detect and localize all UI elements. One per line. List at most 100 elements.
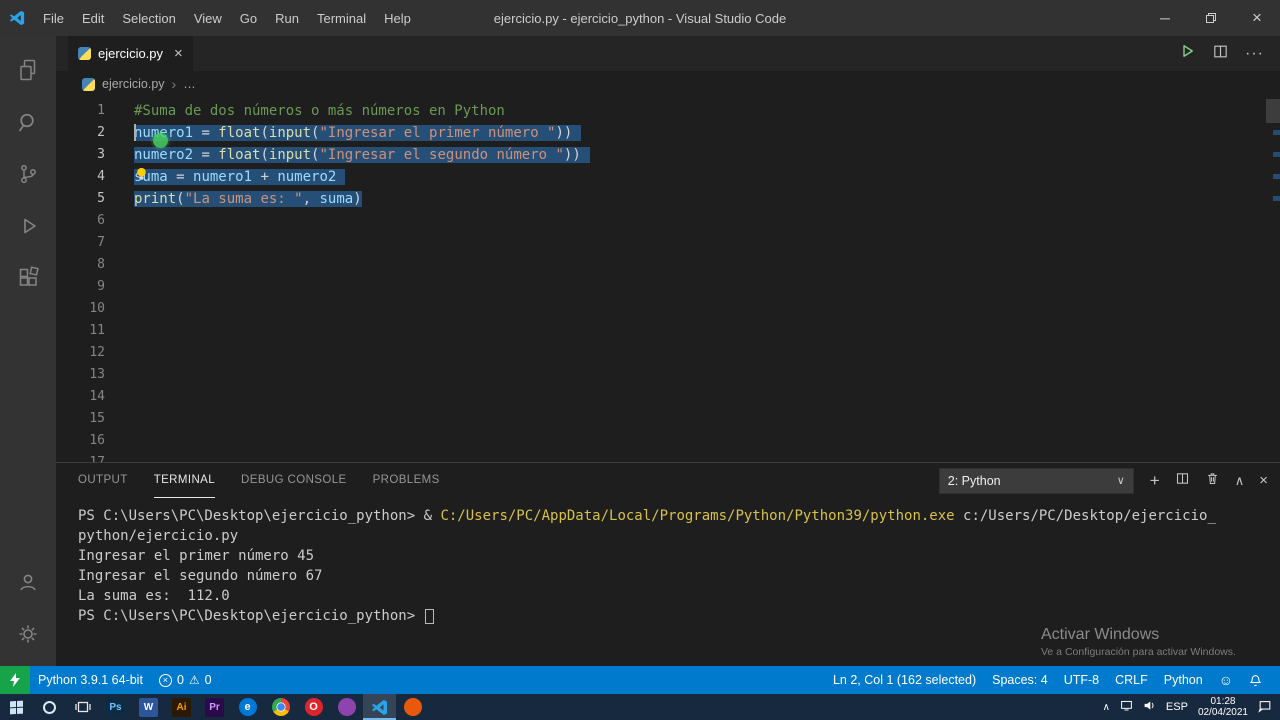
line-number[interactable]: 12 — [56, 342, 105, 364]
code-line-13[interactable]: 13 — [56, 364, 1280, 386]
line-number[interactable]: 7 — [56, 232, 105, 254]
indentation-status[interactable]: Spaces: 4 — [984, 673, 1056, 687]
remote-indicator[interactable] — [0, 666, 30, 694]
panel-tab-problems[interactable]: PROBLEMS — [373, 463, 440, 498]
menu-file[interactable]: File — [34, 0, 73, 36]
line-number[interactable]: 6 — [56, 210, 105, 232]
code-line-2[interactable]: 2numero1 = float(input("Ingresar el prim… — [56, 122, 1280, 144]
line-number[interactable]: 14 — [56, 386, 105, 408]
kill-terminal-button[interactable] — [1205, 471, 1220, 491]
code-line-7[interactable]: 7 — [56, 232, 1280, 254]
code-line-10[interactable]: 10 — [56, 298, 1280, 320]
code-line-3[interactable]: 3numero2 = float(input("Ingresar el segu… — [56, 144, 1280, 166]
task-view-button[interactable] — [66, 694, 99, 720]
line-number[interactable]: 9 — [56, 276, 105, 298]
run-file-button[interactable] — [1178, 42, 1196, 65]
split-terminal-button[interactable] — [1175, 471, 1190, 491]
problems-indicator[interactable]: × 0 ⚠ 0 — [151, 673, 220, 687]
taskbar-app-purple-icon[interactable] — [330, 694, 363, 720]
line-number[interactable]: 11 — [56, 320, 105, 342]
code-line-4[interactable]: 4suma = numero1 + numero2 — [56, 166, 1280, 188]
code-line-6[interactable]: 6 — [56, 210, 1280, 232]
breadcrumb-symbol[interactable]: … — [183, 77, 196, 91]
code-line-1[interactable]: 1#Suma de dos números o más números en P… — [56, 100, 1280, 122]
feedback-icon[interactable]: ☺ — [1211, 672, 1241, 688]
line-number[interactable]: 10 — [56, 298, 105, 320]
split-editor-button[interactable] — [1212, 43, 1229, 65]
taskbar-app-opera-icon[interactable]: O — [297, 694, 330, 720]
lightbulb-icon[interactable] — [134, 166, 149, 187]
account-icon[interactable] — [4, 556, 52, 608]
menu-terminal[interactable]: Terminal — [308, 0, 375, 36]
menu-selection[interactable]: Selection — [113, 0, 184, 36]
notifications-bell-icon[interactable] — [1241, 674, 1270, 687]
line-number[interactable]: 8 — [56, 254, 105, 276]
line-number[interactable]: 16 — [56, 430, 105, 452]
menu-help[interactable]: Help — [375, 0, 420, 36]
taskbar-app-chrome-icon[interactable] — [264, 694, 297, 720]
source-control-icon[interactable] — [4, 148, 52, 200]
code-line-11[interactable]: 11 — [56, 320, 1280, 342]
panel-tab-output[interactable]: OUTPUT — [78, 463, 128, 498]
taskbar-app-pr-icon[interactable]: Pr — [198, 694, 231, 720]
encoding-status[interactable]: UTF-8 — [1056, 673, 1107, 687]
panel-tab-debug-console[interactable]: DEBUG CONSOLE — [241, 463, 347, 498]
language-indicator[interactable]: ESP — [1166, 701, 1188, 713]
terminal-selector-dropdown[interactable]: 2: Python ∨ — [939, 468, 1134, 494]
breadcrumb[interactable]: ejercicio.py › … — [56, 71, 1280, 97]
line-number[interactable]: 4 — [56, 166, 105, 188]
menu-view[interactable]: View — [185, 0, 231, 36]
line-number[interactable]: 13 — [56, 364, 105, 386]
extensions-icon[interactable] — [4, 252, 52, 304]
cortana-search-button[interactable] — [33, 694, 66, 720]
code-line-15[interactable]: 15 — [56, 408, 1280, 430]
code-line-16[interactable]: 16 — [56, 430, 1280, 452]
code-line-5[interactable]: 5print("La suma es: ", suma) — [56, 188, 1280, 210]
line-number[interactable]: 2 — [56, 122, 105, 144]
line-number[interactable]: 5 — [56, 188, 105, 210]
terminal-output[interactable]: PS C:\Users\PC\Desktop\ejercicio_python>… — [56, 498, 1280, 626]
menu-go[interactable]: Go — [231, 0, 266, 36]
code-line-12[interactable]: 12 — [56, 342, 1280, 364]
taskbar-app-ps-icon[interactable]: Ps — [99, 694, 132, 720]
tab-ejercicio-py[interactable]: ejercicio.py × — [68, 36, 193, 71]
new-terminal-button[interactable]: + — [1150, 472, 1160, 489]
maximize-panel-button[interactable]: ∧ — [1235, 474, 1245, 487]
start-button[interactable] — [0, 694, 33, 720]
action-center-icon[interactable] — [1258, 699, 1272, 716]
line-number[interactable]: 3 — [56, 144, 105, 166]
language-mode-status[interactable]: Python — [1156, 673, 1211, 687]
menu-run[interactable]: Run — [266, 0, 308, 36]
taskbar-app-firefox-icon[interactable] — [396, 694, 429, 720]
code-line-9[interactable]: 9 — [56, 276, 1280, 298]
eol-status[interactable]: CRLF — [1107, 673, 1156, 687]
tray-expand-icon[interactable]: ∧ — [1103, 702, 1110, 713]
taskbar-app-ai-icon[interactable]: Ai — [165, 694, 198, 720]
taskbar-app-vscode-icon[interactable] — [363, 694, 396, 720]
minimize-button[interactable]: ─ — [1142, 0, 1188, 36]
taskbar-app-word-icon[interactable]: W — [132, 694, 165, 720]
breadcrumb-file[interactable]: ejercicio.py — [102, 77, 165, 91]
tab-close-icon[interactable]: × — [174, 45, 183, 62]
code-line-8[interactable]: 8 — [56, 254, 1280, 276]
search-icon[interactable] — [4, 96, 52, 148]
more-actions-button[interactable]: ··· — [1245, 45, 1264, 63]
python-interpreter-status[interactable]: Python 3.9.1 64-bit — [30, 673, 151, 687]
cursor-position-status[interactable]: Ln 2, Col 1 (162 selected) — [825, 673, 984, 687]
line-number[interactable]: 15 — [56, 408, 105, 430]
menu-edit[interactable]: Edit — [73, 0, 113, 36]
restore-button[interactable] — [1188, 0, 1234, 36]
tray-volume-icon[interactable] — [1143, 699, 1156, 715]
line-number[interactable]: 1 — [56, 100, 105, 122]
explorer-icon[interactable] — [4, 44, 52, 96]
taskbar-clock[interactable]: 01:28 02/04/2021 — [1198, 696, 1248, 719]
code-line-17[interactable]: 17 — [56, 452, 1280, 462]
panel-tab-terminal[interactable]: TERMINAL — [154, 463, 215, 498]
code-line-14[interactable]: 14 — [56, 386, 1280, 408]
line-number[interactable]: 17 — [56, 452, 105, 462]
run-debug-icon[interactable] — [4, 200, 52, 252]
taskbar-app-edge-icon[interactable]: e — [231, 694, 264, 720]
close-panel-button[interactable]: × — [1259, 473, 1268, 488]
editor-scrollbar[interactable] — [1266, 99, 1280, 123]
tray-display-icon[interactable] — [1120, 699, 1133, 715]
